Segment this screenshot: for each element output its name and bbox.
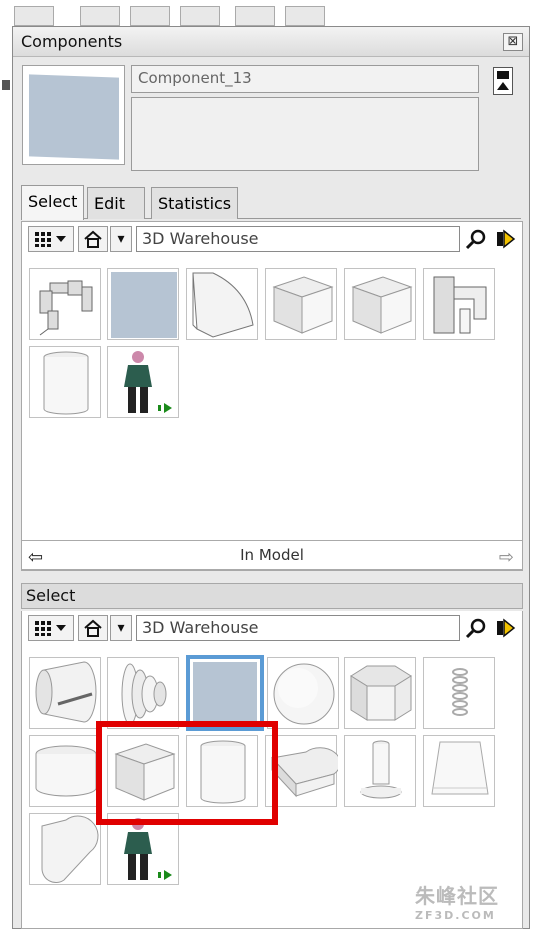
grid-view-icon [35,232,66,247]
component-thumbnail[interactable] [107,657,179,729]
component-thumbnail[interactable] [423,657,495,729]
cube-icon [351,276,413,334]
search-input[interactable]: 3D Warehouse [136,226,460,252]
toggle-secondary-pane-button[interactable] [493,67,513,95]
details-arrow-icon [497,618,516,638]
collection-label: In Model [240,546,304,564]
background-thumbnail [130,6,170,26]
component-thumbnail[interactable] [186,268,258,340]
background-tick [2,80,10,90]
component-thumbnail[interactable] [267,657,339,729]
background-thumbnail [80,6,120,26]
title-bar[interactable]: Components ⊠ [13,27,529,57]
background-thumbnail [235,6,275,26]
background-edge [0,26,12,929]
watermark-sub: ZF3D.COM [415,909,496,922]
panel-title: Components [21,32,123,51]
bent-sheet-icon [192,272,254,338]
pin-icon [360,740,402,799]
component-thumbnail[interactable] [265,268,337,340]
home-button[interactable] [78,226,108,252]
component-thumbnail[interactable] [107,346,179,418]
view-options-button[interactable] [28,615,74,641]
home-icon [84,230,102,248]
component-thumbnail[interactable] [344,268,416,340]
highlight-box [96,721,278,825]
components-panel: Components ⊠ Component_13 Select Edit St… [12,26,530,929]
component-thumbnail[interactable] [107,268,179,340]
search-icon [465,618,486,639]
bar-icon [497,71,509,79]
bracket-icon [433,276,487,334]
cone-icon [35,661,97,723]
disc-icon [35,745,97,797]
details-button[interactable] [494,227,518,251]
square-face-icon [193,662,257,724]
search-input[interactable]: 3D Warehouse [136,615,460,641]
forward-arrow-icon[interactable]: ⇨ [499,547,514,568]
grid-view-icon [35,621,66,636]
component-thumbnail[interactable] [423,735,495,807]
tab-bar: Select Edit Statistics [21,185,521,220]
details-arrow-icon [497,229,516,249]
model-browser: ▾ 3D Warehouse ⇦ In Model ⇨ [21,221,523,571]
search-button[interactable] [464,616,488,640]
collections-dropdown[interactable]: ▾ [110,226,132,252]
tab-select[interactable]: Select [21,185,85,220]
person-icon [124,351,172,413]
background-thumbnail [285,6,325,26]
pulley-icon [121,663,167,725]
cylinder-icon [43,351,89,415]
watermark: 朱峰社区 ZF3D.COM [415,880,545,925]
component-thumbnail[interactable] [344,657,416,729]
background-app-strip [0,0,550,26]
component-thumbnail[interactable] [29,735,101,807]
home-button[interactable] [78,615,108,641]
component-thumbnail[interactable] [29,813,101,885]
background-thumbnail [180,6,220,26]
square-face-icon [29,74,119,160]
secondary-browser-toolbar: ▾ 3D Warehouse [22,613,522,643]
component-thumbnail[interactable] [29,268,101,340]
tab-statistics[interactable]: Statistics [151,187,239,219]
component-thumbnail[interactable] [29,657,101,729]
square-face-icon [111,272,177,338]
collections-dropdown[interactable]: ▾ [110,615,132,641]
watermark-text: 朱峰社区 [415,884,499,908]
tab-edit[interactable]: Edit [87,187,145,219]
sphere-icon [273,663,335,725]
capsule-icon [41,815,99,883]
component-description-field[interactable] [131,97,479,171]
component-thumbnail[interactable] [29,346,101,418]
component-preview [22,65,125,165]
close-button[interactable]: ⊠ [503,33,523,51]
up-arrow-icon [497,82,509,90]
search-icon [465,229,486,250]
component-thumbnail[interactable] [423,268,495,340]
search-button[interactable] [464,227,488,251]
details-button[interactable] [494,616,518,640]
hexagon-prism-icon [350,665,412,721]
spring-icon [452,668,468,716]
home-icon [84,619,102,637]
selected-component-thumbnail[interactable] [186,655,264,731]
component-thumbnail[interactable] [344,735,416,807]
secondary-select-header: Select [21,583,523,609]
robot-arm-icon [39,280,93,336]
in-model-navigator: ⇦ In Model ⇨ [22,540,522,570]
background-thumbnail [14,6,54,26]
view-options-button[interactable] [28,226,74,252]
browser-toolbar: ▾ 3D Warehouse [22,224,522,254]
frustum-icon [431,741,489,795]
component-name-field[interactable]: Component_13 [131,65,479,93]
cube-icon [272,276,334,334]
